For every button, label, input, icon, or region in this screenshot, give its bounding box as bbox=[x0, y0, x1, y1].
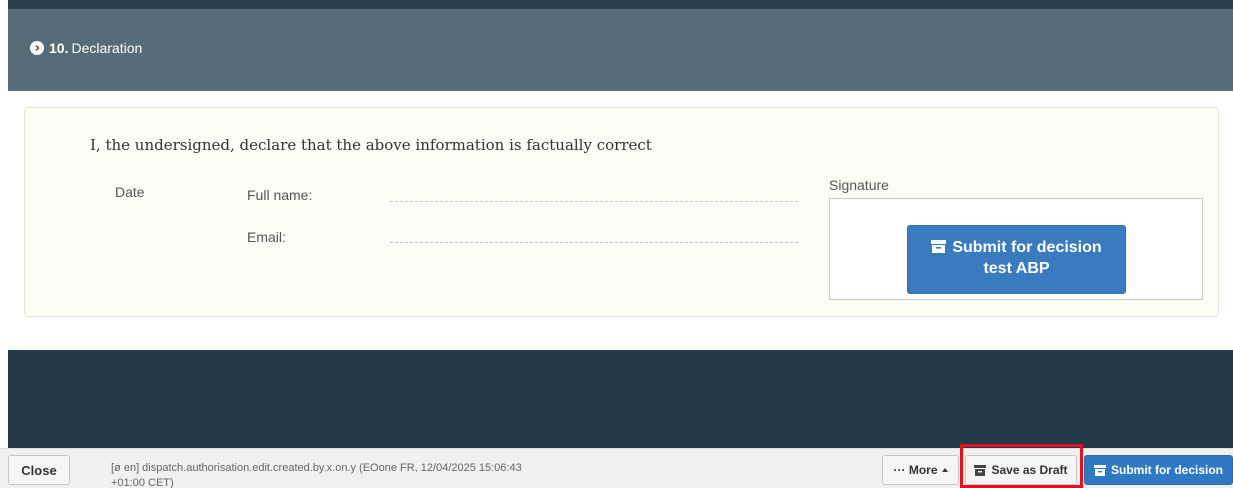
submit-for-decision-button[interactable]: Submit for decision bbox=[1084, 455, 1233, 485]
created-by-meta: [ø en] dispatch.authorisation.edit.creat… bbox=[111, 462, 522, 488]
full-name-label: Full name: bbox=[247, 187, 313, 203]
frame-top-strip bbox=[8, 0, 1233, 9]
chevron-right-circle-icon bbox=[30, 41, 44, 55]
email-field[interactable] bbox=[390, 242, 798, 243]
more-button[interactable]: ··· More bbox=[882, 455, 959, 485]
declaration-statement: I, the undersigned, declare that the abo… bbox=[90, 136, 652, 154]
full-name-field[interactable] bbox=[390, 201, 798, 202]
date-label: Date bbox=[115, 184, 145, 200]
section-number: 10. bbox=[49, 40, 69, 56]
signature-box: Submit for decision test ABP bbox=[829, 198, 1203, 300]
archive-icon bbox=[1093, 464, 1106, 476]
section-header[interactable]: 10. Declaration bbox=[8, 9, 1233, 91]
save-draft-highlight-box bbox=[960, 444, 1083, 488]
signature-label: Signature bbox=[829, 177, 889, 193]
archive-icon bbox=[931, 238, 947, 253]
more-label: ··· More bbox=[893, 463, 938, 477]
submit-for-decision-label: Submit for decision bbox=[1110, 463, 1223, 477]
submit-signature-line2: test ABP bbox=[983, 260, 1050, 277]
declaration-panel: I, the undersigned, declare that the abo… bbox=[24, 107, 1219, 317]
caret-up-icon bbox=[941, 468, 948, 472]
section-body: I, the undersigned, declare that the abo… bbox=[8, 91, 1233, 350]
section-title[interactable]: 10. Declaration bbox=[30, 40, 142, 56]
submit-for-decision-signature-button[interactable]: Submit for decision test ABP bbox=[907, 225, 1126, 294]
section-title-text: Declaration bbox=[71, 40, 143, 56]
email-label: Email: bbox=[247, 229, 286, 245]
close-button[interactable]: Close bbox=[8, 455, 70, 485]
submit-signature-line1: Submit for decision bbox=[952, 239, 1102, 256]
